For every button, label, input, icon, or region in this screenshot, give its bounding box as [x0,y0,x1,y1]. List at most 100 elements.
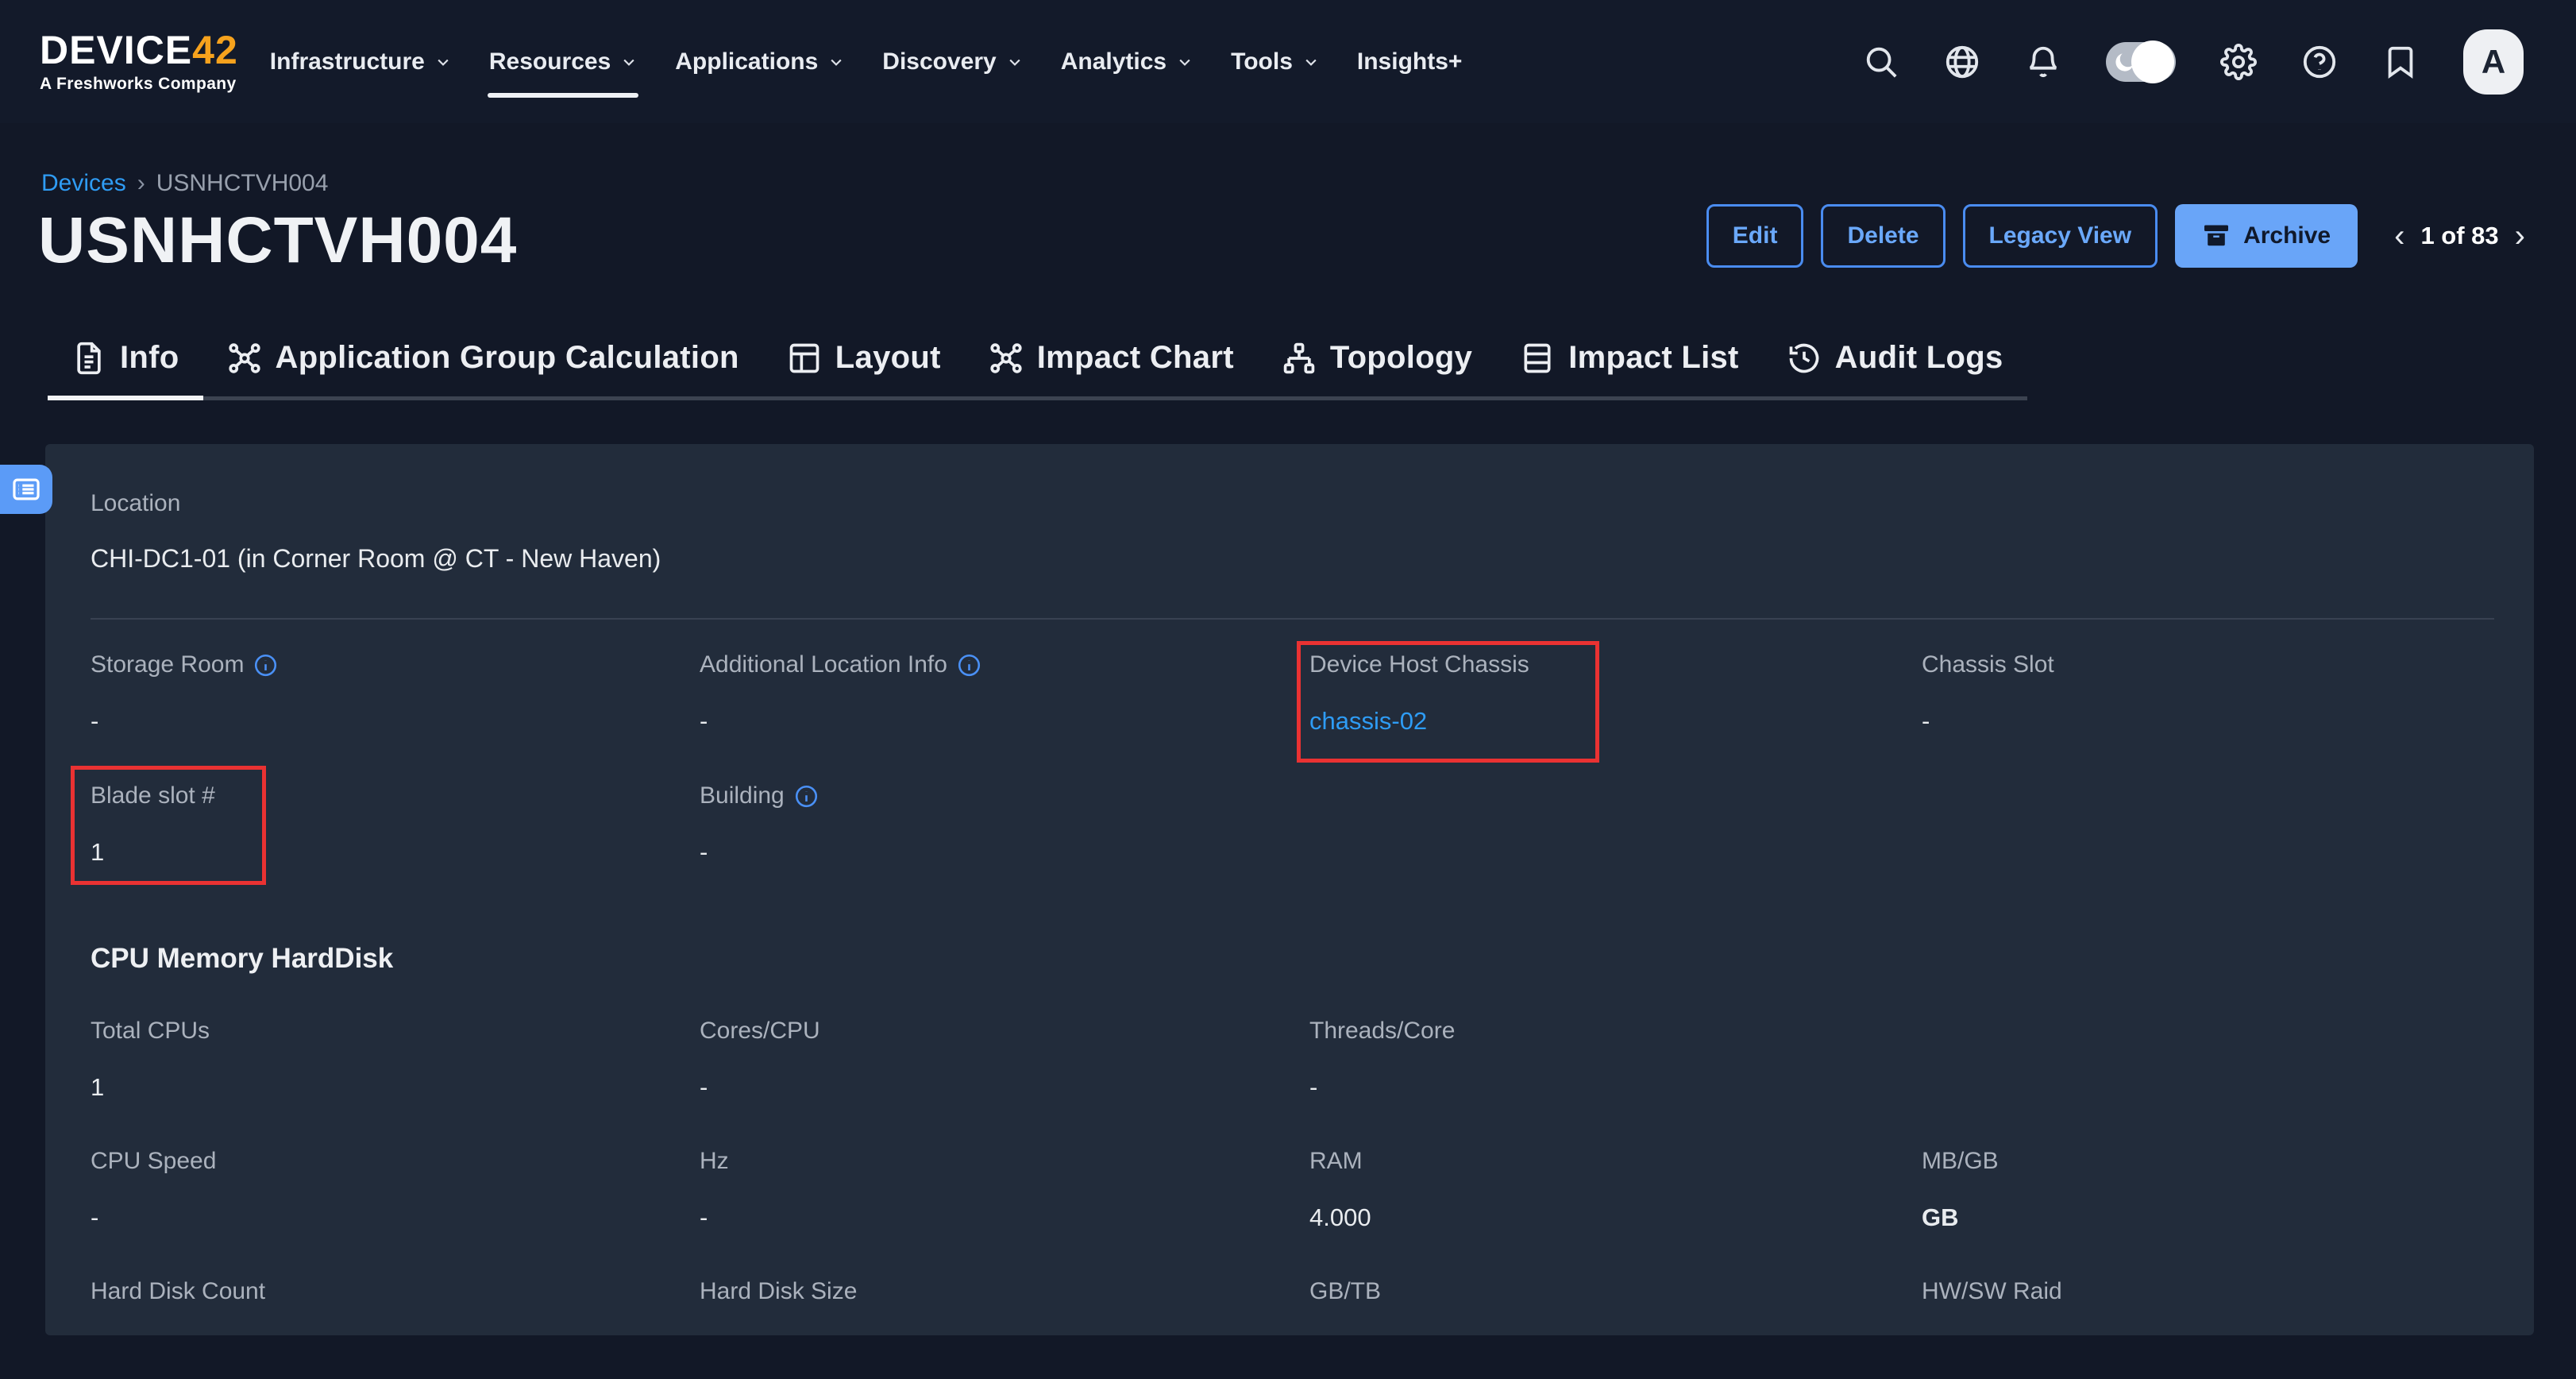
tab-impact-chart[interactable]: Impact Chart [965,340,1258,396]
field-row: Storage Room - Additional Location Info … [91,650,2502,736]
tab-info[interactable]: Info [48,340,203,396]
field-value: - [91,1203,700,1233]
location-label: Location [91,490,180,517]
breadcrumb-current: USNHCTVH004 [156,170,329,197]
main-nav: Infrastructure Resources Applications Di… [251,34,1482,90]
field-device-host-chassis: Device Host Chassis chassis-02 [1309,650,1922,736]
device-actions: Edit Delete Legacy View Archive ‹ 1 of 8… [1706,204,2525,268]
field-value: - [1922,706,2502,736]
tab-application-group-calculation[interactable]: Application Group Calculation [203,340,763,396]
field-row: Total CPUs 1 Cores/CPU - Threads/Core - [91,1016,2502,1103]
history-icon [1787,341,1822,376]
field-cpu-speed: CPU Speed - [91,1146,700,1233]
tab-topology[interactable]: Topology [1258,340,1496,396]
logo-text: DEVICE42 [40,30,238,70]
field-additional-location-info: Additional Location Info - [700,650,1309,736]
dark-mode-toggle[interactable]: ✦ [2106,42,2176,82]
logo-tagline: A Freshworks Company [40,75,238,94]
field-value: 1 [91,837,700,867]
device42-logo[interactable]: DEVICE42 A Freshworks Company [40,30,238,94]
edit-button[interactable]: Edit [1706,204,1804,268]
location-value: CHI-DC1-01 (in Corner Room @ CT - New Ha… [91,544,661,574]
field-mb-gb: MB/GB GB [1922,1146,2502,1233]
breadcrumb-separator: › [137,170,145,197]
breadcrumb-devices-link[interactable]: Devices [41,170,126,197]
legacy-view-button[interactable]: Legacy View [1963,204,2158,268]
chevron-down-icon [435,54,451,70]
help-icon[interactable] [2301,44,2338,80]
info-icon[interactable] [253,653,278,678]
section-list-flyout-button[interactable] [0,465,52,514]
globe-icon[interactable] [1944,44,1980,80]
nav-item-resources[interactable]: Resources [470,34,656,90]
nav-item-applications[interactable]: Applications [656,34,863,90]
toggle-knob [2131,41,2174,83]
top-navbar: DEVICE42 A Freshworks Company Infrastruc… [0,0,2576,123]
list-icon [11,474,41,504]
chevron-down-icon [1303,54,1319,70]
layout-icon [787,341,822,376]
device-pager: ‹ 1 of 83 › [2394,220,2525,252]
field-value: 4.000 [1309,1203,1922,1233]
nav-item-analytics[interactable]: Analytics [1042,34,1212,90]
field-value: - [700,837,1309,867]
field-value: 1 [91,1072,700,1103]
tab-layout[interactable]: Layout [763,340,965,396]
field-value: - [91,706,700,736]
stacked-list-icon [1520,341,1555,376]
topology-icon [1282,341,1317,376]
field-gb-tb: GB/TB [1309,1277,1922,1307]
field-hard-disk-size: Hard Disk Size [700,1277,1309,1307]
navbar-utilities: ✦ A [1863,29,2524,95]
network-icon [227,341,262,376]
info-icon[interactable] [957,653,981,678]
section-divider [91,618,2494,620]
nav-item-infrastructure[interactable]: Infrastructure [251,34,470,90]
bookmark-icon[interactable] [2382,44,2419,80]
next-device-icon[interactable]: › [2515,220,2525,252]
field-threads-per-core: Threads/Core - [1309,1016,1922,1103]
delete-button[interactable]: Delete [1821,204,1945,268]
field-storage-room: Storage Room - [91,650,700,736]
field-value: - [700,1072,1309,1103]
field-blade-slot: Blade slot # 1 [91,781,700,867]
user-avatar[interactable]: A [2463,29,2524,95]
field-row: Hard Disk Count Hard Disk Size GB/TB HW/… [91,1277,2502,1307]
search-icon[interactable] [1863,44,1899,80]
chevron-down-icon [828,54,844,70]
field-hz: Hz - [700,1146,1309,1233]
info-panel: Location CHI-DC1-01 (in Corner Room @ CT… [45,444,2534,1335]
pager-label: 1 of 83 [2420,222,2498,250]
network-icon [989,341,1024,376]
chassis-link[interactable]: chassis-02 [1309,706,1922,736]
chevron-down-icon [1007,54,1023,70]
field-total-cpus: Total CPUs 1 [91,1016,700,1103]
nav-item-discovery[interactable]: Discovery [863,34,1041,90]
cpu-memory-harddisk-header: CPU Memory HardDisk [91,943,393,975]
info-icon[interactable] [794,784,819,809]
device-tabs: Info Application Group Calculation Layou… [48,340,2027,400]
field-value: GB [1922,1203,2502,1233]
archive-button[interactable]: Archive [2175,204,2358,268]
prev-device-icon[interactable]: ‹ [2394,220,2404,252]
gear-icon[interactable] [2220,44,2257,80]
field-row: Blade slot # 1 Building - [91,781,2502,867]
field-row: CPU Speed - Hz - RAM 4.000 MB/GB GB [91,1146,2502,1233]
field-value: - [700,1203,1309,1233]
field-value: - [1309,1072,1922,1103]
tab-impact-list[interactable]: Impact List [1496,340,1762,396]
field-hard-disk-count: Hard Disk Count [91,1277,700,1307]
field-value: - [700,706,1309,736]
bell-icon[interactable] [2025,44,2061,80]
nav-item-tools[interactable]: Tools [1212,34,1338,90]
tab-audit-logs[interactable]: Audit Logs [1763,340,2027,396]
chevron-down-icon [1177,54,1193,70]
nav-item-insights[interactable]: Insights+ [1338,34,1482,90]
field-chassis-slot: Chassis Slot - [1922,650,2502,736]
page-title: USNHCTVH004 [38,203,517,278]
field-cores-per-cpu: Cores/CPU - [700,1016,1309,1103]
chevron-down-icon [621,54,637,70]
field-hw-sw-raid: HW/SW Raid [1922,1277,2502,1307]
field-building: Building - [700,781,1309,867]
field-ram: RAM 4.000 [1309,1146,1922,1233]
